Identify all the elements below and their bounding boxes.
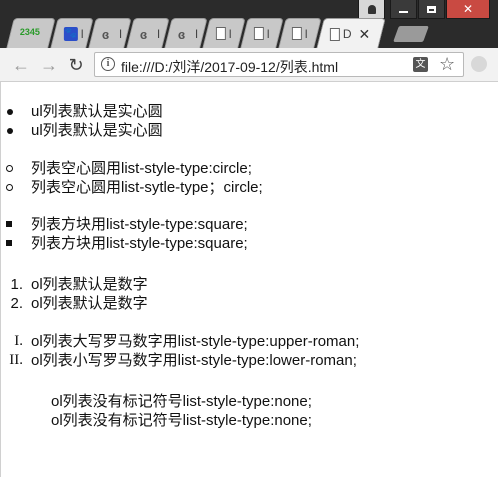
list-item-text: ol列表小写罗马数字用list-style-type:lower-roman; bbox=[31, 352, 357, 369]
list-item: 列表空心圆用list-sytle-type；circle; bbox=[6, 178, 263, 197]
list-item-text: ol列表大写罗马数字用list-style-type:upper-roman; bbox=[31, 333, 360, 350]
circle-marker bbox=[6, 165, 13, 172]
disc-marker bbox=[7, 109, 13, 115]
tab-title: I bbox=[156, 26, 161, 41]
list-item: 2. ol列表默认是数字 bbox=[10, 294, 148, 313]
new-tab-button[interactable] bbox=[393, 26, 429, 42]
square-list: 列表方块用list-style-type:square; 列表方块用list-s… bbox=[6, 215, 248, 253]
tab-page-7[interactable]: l bbox=[240, 18, 284, 48]
tab-active[interactable]: D ✕ bbox=[316, 18, 386, 49]
list-item: 列表方块用list-style-type:square; bbox=[6, 215, 248, 234]
url-text[interactable]: file:///D:/刘洋/2017-09-12/列表.html bbox=[121, 57, 338, 77]
list-item-text: ol列表没有标记符号list-style-type:none; bbox=[51, 412, 312, 429]
number-marker: 1. bbox=[10, 276, 23, 293]
square-marker bbox=[6, 221, 12, 227]
tab-strip: 2345 🐾 l ɞI ɞI ɞI l l l D ✕ bbox=[6, 18, 490, 49]
list-item: 列表方块用list-style-type:square; bbox=[6, 234, 248, 253]
no-marker-list: ol列表没有标记符号list-style-type:none; ol列表没有标记… bbox=[51, 392, 312, 430]
minimize-icon bbox=[399, 11, 408, 13]
list-item: 1. ol列表默认是数字 bbox=[10, 275, 148, 294]
tab-page-8[interactable]: l bbox=[278, 18, 322, 48]
list-item-text: ol列表默认是数字 bbox=[31, 276, 148, 293]
document-icon bbox=[215, 27, 226, 40]
tab-page-6[interactable]: l bbox=[202, 18, 246, 48]
document-icon bbox=[253, 27, 264, 40]
roman-list: I. ol列表大写罗马数字用list-style-type:upper-roman… bbox=[9, 332, 360, 370]
translate-icon[interactable]: 文 bbox=[413, 57, 428, 72]
title-bar: ✕ 2345 🐾 l ɞI ɞI ɞI l l l D ✕ bbox=[0, 0, 498, 49]
decimal-list: 1. ol列表默认是数字 2. ol列表默认是数字 bbox=[10, 275, 148, 313]
list-item-text: 列表空心圆用list-style-type:circle; bbox=[31, 160, 252, 177]
arrow-left-icon: ← bbox=[12, 54, 30, 75]
list-item-text: 列表空心圆用list-sytle-type；circle; bbox=[31, 179, 263, 196]
list-item: ul列表默认是实心圆 bbox=[7, 121, 163, 140]
maximize-icon bbox=[427, 5, 436, 13]
tab-title: I bbox=[194, 26, 199, 41]
e-script-icon: ɞ bbox=[177, 26, 186, 42]
maximize-button[interactable] bbox=[418, 0, 445, 19]
list-item-text: 列表方块用list-style-type:square; bbox=[31, 235, 248, 252]
list-item-text: ol列表默认是数字 bbox=[31, 295, 148, 312]
list-item: ul列表默认是实心圆 bbox=[7, 102, 163, 121]
list-item-text: ul列表默认是实心圆 bbox=[31, 103, 163, 120]
tab-title: I bbox=[118, 26, 123, 41]
e-script-icon: ɞ bbox=[101, 26, 110, 42]
roman-marker: I. bbox=[14, 333, 23, 349]
forward-button[interactable]: → bbox=[38, 54, 60, 76]
reload-icon: ↻ bbox=[68, 54, 84, 75]
square-marker bbox=[6, 240, 12, 246]
arrow-right-icon: → bbox=[40, 54, 58, 75]
list-item: ol列表没有标记符号list-style-type:none; bbox=[51, 411, 312, 430]
circle-list: 列表空心圆用list-style-type:circle; 列表空心圆用list… bbox=[6, 159, 263, 197]
tab-page-3[interactable]: ɞI bbox=[88, 18, 132, 48]
number-marker: 2. bbox=[10, 295, 23, 312]
address-bar[interactable]: i file:///D:/刘洋/2017-09-12/列表.html 文 ☆ bbox=[94, 52, 464, 77]
page-content: ul列表默认是实心圆 ul列表默认是实心圆 列表空心圆用list-style-t… bbox=[0, 82, 498, 477]
document-icon bbox=[291, 27, 302, 40]
close-window-button[interactable]: ✕ bbox=[446, 0, 490, 19]
tab-title: l bbox=[304, 26, 308, 41]
list-item: ol列表没有标记符号list-style-type:none; bbox=[51, 392, 312, 411]
tab-title: D bbox=[342, 27, 352, 41]
tab-baidu[interactable]: 🐾 l bbox=[50, 18, 94, 48]
disc-list: ul列表默认是实心圆 ul列表默认是实心圆 bbox=[7, 102, 163, 140]
back-button[interactable]: ← bbox=[10, 54, 32, 76]
user-icon bbox=[367, 4, 376, 14]
list-item-text: ul列表默认是实心圆 bbox=[31, 122, 163, 139]
tab-close-icon[interactable]: ✕ bbox=[359, 26, 371, 43]
list-item: 列表空心圆用list-style-type:circle; bbox=[6, 159, 263, 178]
info-icon[interactable]: i bbox=[101, 57, 115, 71]
baidu-paw-icon: 🐾 bbox=[63, 26, 78, 41]
extension-icon[interactable] bbox=[471, 56, 487, 72]
tab-title: l bbox=[80, 26, 84, 41]
close-icon: ✕ bbox=[462, 2, 474, 16]
list-item: II. ol列表小写罗马数字用list-style-type:lower-roma… bbox=[9, 351, 359, 370]
tab-page-4[interactable]: ɞI bbox=[126, 18, 170, 48]
tab-2345[interactable]: 2345 bbox=[6, 18, 56, 48]
bookmark-star-icon[interactable]: ☆ bbox=[439, 54, 455, 75]
tab-title: l bbox=[228, 26, 232, 41]
list-item-text: 列表方块用list-style-type:square; bbox=[31, 216, 248, 233]
list-item-text: ol列表没有标记符号list-style-type:none; bbox=[51, 393, 312, 410]
circle-marker bbox=[6, 184, 13, 191]
list-item: I. ol列表大写罗马数字用list-style-type:upper-roman… bbox=[14, 332, 360, 351]
minimize-button[interactable] bbox=[390, 0, 417, 19]
user-profile-button[interactable] bbox=[358, 0, 385, 19]
e-script-icon: ɞ bbox=[139, 26, 148, 42]
2345-browser-icon: 2345 bbox=[19, 26, 40, 37]
browser-toolbar: ← → ↻ i file:///D:/刘洋/2017-09-12/列表.html… bbox=[0, 48, 498, 82]
window-controls: ✕ bbox=[357, 0, 490, 19]
disc-marker bbox=[7, 128, 13, 134]
reload-button[interactable]: ↻ bbox=[65, 54, 87, 76]
tab-title: l bbox=[266, 26, 270, 41]
document-icon bbox=[329, 27, 340, 41]
tab-page-5[interactable]: ɞI bbox=[164, 18, 208, 48]
roman-marker: II. bbox=[9, 352, 23, 368]
